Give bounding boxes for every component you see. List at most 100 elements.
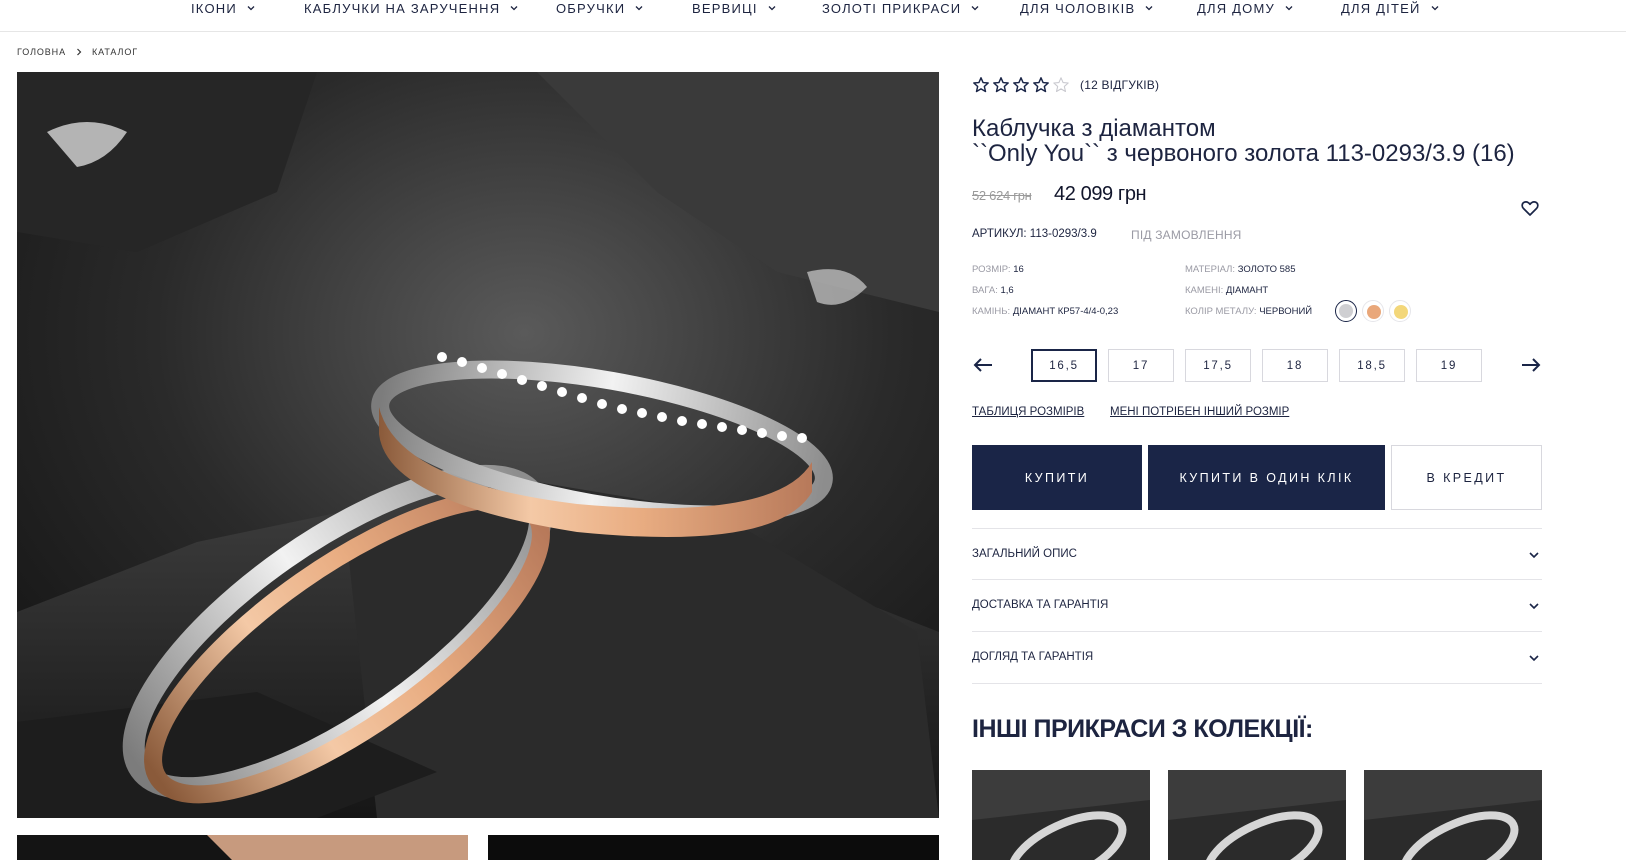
nav-item-label: КАБЛУЧКИ НА ЗАРУЧЕННЯ <box>304 0 501 16</box>
spec-value: ДІАМАНТ <box>1225 285 1269 296</box>
breadcrumb-catalog-link[interactable]: КАТАЛОГ <box>92 47 138 57</box>
size-option[interactable]: 16,5 <box>1031 349 1097 382</box>
size-option[interactable]: 17 <box>1108 349 1174 382</box>
product-title-line2: ``Only You`` з червоного золота 113-0293… <box>972 140 1515 167</box>
size-option[interactable]: 18,5 <box>1339 349 1405 382</box>
nav-item-engagement-rings[interactable]: КАБЛУЧКИ НА ЗАРУЧЕННЯ <box>304 0 519 16</box>
spec-value: ДІАМАНТ КР57-4/4-0,23 <box>1012 306 1119 317</box>
current-price: 42 099 грн <box>1054 183 1147 205</box>
chevron-down-icon <box>971 6 979 11</box>
arrow-right-icon[interactable] <box>1520 356 1542 374</box>
product-rating[interactable]: (12 ВІДГУКІВ) <box>972 76 1159 94</box>
product-main-image[interactable] <box>17 72 939 818</box>
collection-item-card[interactable] <box>1168 770 1346 860</box>
spec-key: КАМІНЬ: <box>972 306 1011 317</box>
accordion-general-description[interactable]: ЗАГАЛЬНИЙ ОПИС <box>972 528 1542 580</box>
product-thumbnail[interactable] <box>17 835 468 860</box>
spec-material: МАТЕРІАЛ: ЗОЛОТО 585 <box>1185 264 1295 275</box>
spec-value: 16 <box>1013 264 1024 275</box>
credit-button[interactable]: В КРЕДИТ <box>1391 445 1542 510</box>
chevron-down-icon <box>510 6 518 11</box>
metal-swatch-red[interactable] <box>1362 300 1384 322</box>
star-outline-icon <box>993 77 1009 93</box>
chevron-down-icon <box>1529 552 1539 559</box>
breadcrumb-home-link[interactable]: ГОЛОВНА <box>17 47 66 57</box>
nav-item-for-kids[interactable]: ДЛЯ ДІТЕЙ <box>1341 0 1440 16</box>
breadcrumb: ГОЛОВНА КАТАЛОГ <box>17 46 138 58</box>
collection-item-card[interactable] <box>972 770 1150 860</box>
spec-key: МАТЕРІАЛ: <box>1185 264 1236 275</box>
star-outline-icon <box>973 77 989 93</box>
chevron-down-icon <box>1529 655 1539 662</box>
old-price: 52 624 грн <box>972 188 1032 203</box>
spec-stone: КАМІНЬ: ДІАМАНТ КР57-4/4-0,23 <box>972 306 1118 317</box>
accordion-label: ЗАГАЛЬНИЙ ОПИС <box>972 548 1077 560</box>
nav-item-for-men[interactable]: ДЛЯ ЧОЛОВІКІВ <box>1020 0 1154 16</box>
nav-item-label: ДЛЯ ЧОЛОВІКІВ <box>1020 0 1136 16</box>
size-option[interactable]: 19 <box>1416 349 1482 382</box>
product-sku: АРТИКУЛ: 113-0293/3.9 <box>972 228 1097 240</box>
reviews-count[interactable]: (12 ВІДГУКІВ) <box>1080 78 1159 92</box>
metal-swatch-yellow[interactable] <box>1389 300 1411 322</box>
accordion-care-warranty[interactable]: ДОГЛЯД ТА ГАРАНТІЯ <box>972 631 1542 683</box>
product-title: Каблучка з діамантом ``Only You`` з черв… <box>972 116 1592 166</box>
chevron-down-icon <box>768 6 776 11</box>
spec-value: ЧЕРВОНИЙ <box>1259 306 1313 317</box>
nav-item-gold-jewelry[interactable]: ЗОЛОТІ ПРИКРАСИ <box>822 0 980 16</box>
nav-item-label: ІКОНИ <box>191 0 237 16</box>
star-outline-icon <box>1033 77 1049 93</box>
arrow-left-icon[interactable] <box>972 356 994 374</box>
nav-item-for-home[interactable]: ДЛЯ ДОМУ <box>1197 0 1294 16</box>
size-option[interactable]: 17,5 <box>1185 349 1251 382</box>
heart-icon[interactable] <box>1520 198 1540 218</box>
chevron-down-icon <box>1145 6 1153 11</box>
collection-item-card[interactable] <box>1364 770 1542 860</box>
availability-status: ПІД ЗАМОВЛЕННЯ <box>1131 228 1242 242</box>
nav-item-label: ДЛЯ ДОМУ <box>1197 0 1275 16</box>
spec-weight: ВАГА: 1,6 <box>972 285 1014 296</box>
nav-item-label: ДЛЯ ДІТЕЙ <box>1341 0 1421 16</box>
spec-value: ЗОЛОТО 585 <box>1237 264 1296 275</box>
star-outline-icon <box>1013 77 1029 93</box>
buy-one-click-button[interactable]: КУПИТИ В ОДИН КЛІК <box>1148 445 1385 510</box>
nav-item-label: ВЕРВИЦІ <box>692 0 758 16</box>
ring-photo-illustration <box>17 72 939 818</box>
accordion-label: ДОГЛЯД ТА ГАРАНТІЯ <box>972 651 1094 663</box>
chevron-right-icon <box>77 48 82 56</box>
spec-stones: КАМЕНІ: ДІАМАНТ <box>1185 285 1268 296</box>
accordion-delivery-warranty[interactable]: ДОСТАВКА ТА ГАРАНТІЯ <box>972 579 1542 631</box>
size-option[interactable]: 18 <box>1262 349 1328 382</box>
accordion-label: ДОСТАВКА ТА ГАРАНТІЯ <box>972 599 1109 611</box>
spec-key: РОЗМІР: <box>972 264 1011 275</box>
collection-item-image <box>1168 770 1346 860</box>
divider <box>972 683 1542 684</box>
chevron-down-icon <box>1431 6 1438 11</box>
spec-metal-color: КОЛІР МЕТАЛУ: ЧЕРВОНИЙ <box>1185 306 1312 317</box>
nav-item-label: ЗОЛОТІ ПРИКРАСИ <box>822 0 962 16</box>
collection-item-image <box>972 770 1150 860</box>
spec-key: КОЛІР МЕТАЛУ: <box>1185 306 1257 317</box>
spec-key: ВАГА: <box>972 285 998 296</box>
chevron-down-icon <box>247 6 255 11</box>
top-navigation: ІКОНИ КАБЛУЧКИ НА ЗАРУЧЕННЯ ОБРУЧКИ ВЕРВ… <box>0 0 1626 32</box>
chevron-down-icon <box>1285 6 1293 11</box>
metal-swatch-white[interactable] <box>1335 300 1357 322</box>
nav-item-wedding-rings[interactable]: ОБРУЧКИ <box>556 0 644 16</box>
chevron-down-icon <box>635 6 643 11</box>
product-title-line1: Каблучка з діамантом <box>972 115 1216 142</box>
star-empty-icon <box>1053 77 1069 93</box>
nav-item-label: ОБРУЧКИ <box>556 0 626 16</box>
chevron-down-icon <box>1529 603 1539 610</box>
thumbnail-photo <box>17 835 468 860</box>
collection-item-image <box>1364 770 1542 860</box>
spec-size: РОЗМІР: 16 <box>972 264 1024 275</box>
size-table-link[interactable]: ТАБЛИЦЯ РОЗМІРІВ <box>972 406 1084 418</box>
nav-item-icons[interactable]: ІКОНИ <box>191 0 256 16</box>
collection-heading: ІНШІ ПРИКРАСИ З КОЛЕКЦІЇ: <box>972 715 1313 743</box>
other-size-link[interactable]: МЕНІ ПОТРІБЕН ІНШИЙ РОЗМІР <box>1110 406 1289 418</box>
buy-button[interactable]: КУПИТИ <box>972 445 1142 510</box>
spec-key: КАМЕНІ: <box>1185 285 1224 296</box>
spec-value: 1,6 <box>1000 285 1014 296</box>
product-thumbnail[interactable] <box>488 835 939 860</box>
nav-item-rosaries[interactable]: ВЕРВИЦІ <box>692 0 777 16</box>
